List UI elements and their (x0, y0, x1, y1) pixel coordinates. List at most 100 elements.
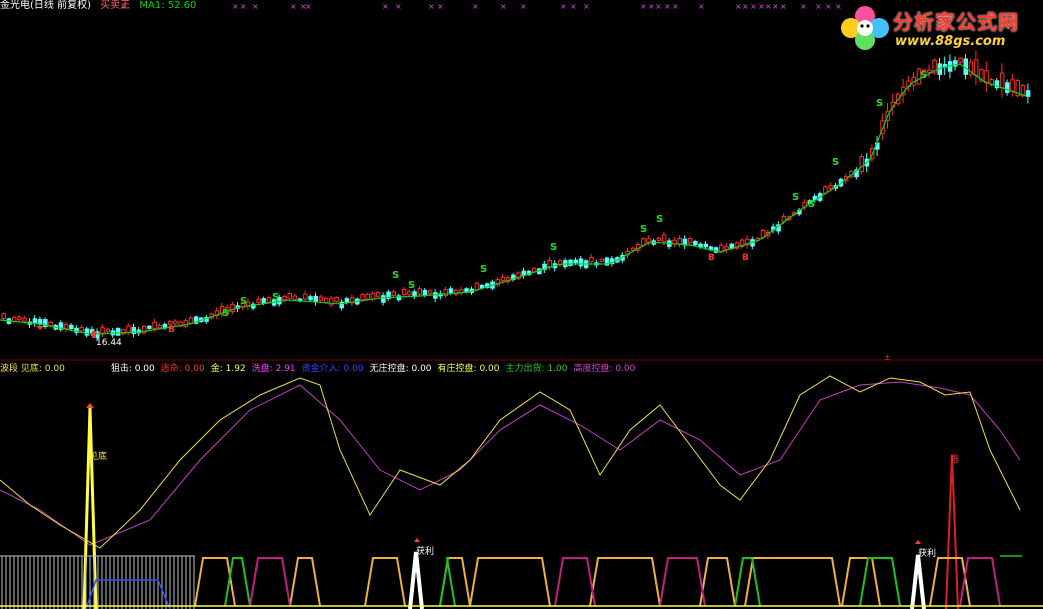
logo-url: www.88gs.com (895, 34, 1006, 49)
candle-body (152, 321, 157, 329)
top-marker: × (382, 2, 389, 11)
magenta-oscillator (0, 381, 1021, 546)
candle-body (188, 317, 194, 324)
buy-b-marker: B (168, 325, 175, 335)
high-control-band (659, 557, 706, 607)
top-marker: × (290, 2, 297, 11)
top-marker: × (437, 2, 444, 11)
legend-value: 0.00 (343, 364, 364, 374)
top-marker: × (825, 2, 832, 11)
ma-line (0, 63, 1027, 335)
candle-body (22, 317, 27, 322)
banker-control-band (364, 557, 406, 607)
candle-body (344, 298, 350, 303)
sell-s-marker: S (222, 308, 229, 319)
legend-item: 波段 见底: (0, 364, 45, 374)
top-marker: × (305, 2, 312, 11)
candle-body (32, 318, 38, 324)
banker-control-band (289, 557, 321, 607)
sell-s-marker: S (408, 280, 415, 291)
indicator-name: 买卖王 (100, 0, 131, 11)
legend-value: 0.00 (134, 364, 155, 374)
candle-body (79, 326, 84, 332)
candle-body (1, 313, 6, 320)
legend-item: 洗盘: (251, 364, 276, 374)
candle-body (464, 288, 469, 293)
legend-value: 1.00 (547, 364, 568, 374)
site-logo: 分析家公式网 www.88gs.com (837, 2, 1037, 54)
top-marker: × (815, 2, 822, 11)
candle-body (17, 316, 22, 320)
top-marker: × (765, 2, 772, 11)
top-marker: × (520, 2, 527, 11)
banker-control-band (589, 557, 661, 607)
top-marker: × (758, 2, 765, 11)
yellow-oscillator (0, 375, 1021, 549)
buy-b-marker: B (742, 253, 749, 263)
indicator-legend: 波段 见底: 0.00 狙击: 0.00 逃命: 0.00 金: 1.92 洗盘: 2.… (0, 361, 641, 374)
candle-body (365, 293, 370, 300)
sell-s-marker: S (272, 292, 279, 303)
candle-body (308, 296, 313, 301)
top-marker: × (780, 2, 787, 11)
chart-header: 金光电(日线 前复权) 买卖王 MA1: 52.60 (0, 0, 202, 11)
high-control-band (554, 557, 596, 607)
legend-value: 0.00 (479, 364, 500, 374)
legend-value: 0.00 (44, 364, 65, 374)
candle-body (589, 257, 594, 263)
candle-body (334, 297, 339, 303)
legend-item: 资金介入: (301, 364, 344, 374)
top-marker: × (750, 2, 757, 11)
legend-value: 0.00 (615, 364, 636, 374)
candle-body (105, 328, 110, 332)
candle-body (474, 282, 480, 291)
candle-body (422, 289, 428, 296)
sell-s-marker: S (392, 270, 399, 281)
sell-s-marker: S (876, 98, 883, 109)
down-arrow-icon (36, 326, 44, 330)
legend-value: 0.00 (411, 364, 432, 374)
ma-value: MA1: 52.60 (139, 0, 197, 11)
top-marker: × (570, 2, 577, 11)
candle-body (859, 156, 864, 173)
candle-body (433, 292, 438, 299)
sell-s-marker: S (920, 70, 927, 81)
sell-s-marker: S (832, 157, 839, 168)
top-marker: × (583, 2, 590, 11)
top-marker: × (742, 2, 749, 11)
sell-s-marker: S (480, 264, 487, 275)
candle-body (360, 294, 365, 301)
legend-item: 有庄控盘: (437, 364, 480, 374)
candle-body (958, 57, 963, 63)
candle-body (500, 276, 506, 282)
candle-body (578, 258, 584, 267)
candle-body (984, 70, 989, 84)
sell-s-marker: S (792, 192, 799, 203)
candle-body (646, 238, 651, 243)
profit-arrow-icon (414, 538, 420, 542)
candle-body (282, 296, 287, 301)
legend-item: 高度控盘: (573, 364, 616, 374)
candle-body (973, 59, 979, 77)
top-marker: × (735, 2, 742, 11)
sell-s-marker: S (240, 296, 247, 307)
divider-marker: ± (884, 353, 891, 362)
legend-value: 0.00 (184, 364, 205, 374)
top-marker: × (232, 2, 239, 11)
main-price-chart[interactable]: × × × × × ×× × × × × × × × × × × × × × × × × × × × × × × × × × × ×SS SSSS… (0, 0, 1043, 609)
profit-spike-1 (408, 551, 424, 609)
top-marker: × (395, 2, 402, 11)
candle-body (661, 234, 667, 243)
candle-body (641, 238, 646, 246)
high-control-band (249, 557, 291, 607)
legend-item: 逃命: (160, 364, 185, 374)
candle-body (147, 325, 152, 329)
top-marker: × (648, 2, 655, 11)
legend-item: 金: (210, 364, 226, 374)
top-marker: × (472, 2, 479, 11)
candle-body (183, 320, 188, 327)
banker-control-band (699, 557, 736, 607)
candle-body (1025, 90, 1031, 97)
candle-body (427, 290, 433, 294)
candle-body (157, 324, 162, 329)
